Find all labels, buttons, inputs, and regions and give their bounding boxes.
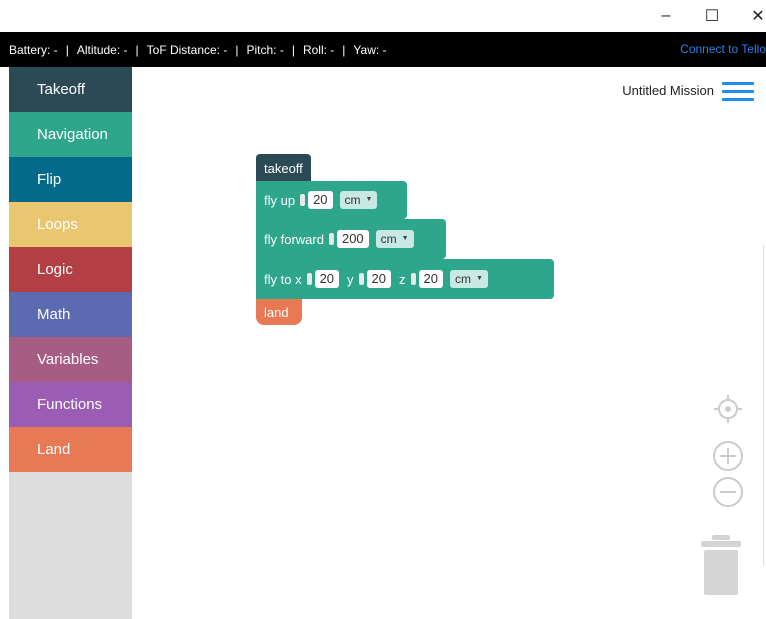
input-connector [410, 273, 416, 285]
input-connector [358, 273, 364, 285]
battery-readout: Battery: - [9, 42, 58, 57]
fly-up-distance-input[interactable]: 20 [308, 191, 333, 209]
category-navigation[interactable]: Navigation [9, 112, 132, 157]
takeoff-block[interactable]: takeoff [256, 154, 311, 182]
input-connector [300, 194, 306, 206]
separator: | [342, 42, 346, 57]
window-title-bar: – ☐ ✕ [0, 0, 766, 32]
dropdown-arrow-icon: ▼ [401, 235, 409, 242]
connect-to-tello-link[interactable]: Connect to Tello [680, 32, 766, 67]
fly-forward-label: fly forward [264, 231, 324, 247]
fly-to-x-label: fly to x [264, 271, 302, 287]
minimize-button[interactable]: – [643, 0, 689, 32]
fly-forward-block[interactable]: fly forward 200 cm ▼ [256, 219, 446, 259]
unit-label: cm [454, 272, 471, 286]
fly-to-unit-dropdown[interactable]: cm ▼ [449, 270, 488, 288]
category-land[interactable]: Land [9, 427, 132, 472]
fly-up-unit-dropdown[interactable]: cm ▼ [339, 191, 378, 209]
fly-up-label: fly up [264, 192, 296, 208]
fly-to-z-label: z [399, 271, 406, 287]
fly-to-block[interactable]: fly to x 20 y 20 z 20 cm ▼ [256, 259, 554, 299]
mission-title[interactable]: Untitled Mission [622, 83, 714, 98]
separator: | [235, 42, 239, 57]
yaw-readout: Yaw: - [353, 42, 387, 57]
fly-up-block[interactable]: fly up 20 cm ▼ [256, 181, 407, 219]
close-button[interactable]: ✕ [735, 0, 766, 32]
category-math[interactable]: Math [9, 292, 132, 337]
category-takeoff[interactable]: Takeoff [9, 67, 132, 112]
telemetry-bar: Battery: - | Altitude: - | ToF Distance:… [0, 32, 766, 67]
crosshair-icon[interactable] [713, 394, 743, 424]
land-block-label: land [264, 304, 289, 320]
dropdown-arrow-icon: ▼ [365, 196, 373, 203]
category-variables[interactable]: Variables [9, 337, 132, 382]
category-loops[interactable]: Loops [9, 202, 132, 247]
land-block[interactable]: land [256, 299, 302, 325]
block-category-sidebar: Takeoff Navigation Flip Loops Logic Math… [9, 67, 132, 619]
dropdown-arrow-icon: ▼ [475, 275, 483, 282]
input-connector [306, 273, 312, 285]
unit-label: cm [344, 193, 361, 207]
takeoff-block-label: takeoff [264, 160, 303, 176]
separator: | [135, 42, 139, 57]
pitch-readout: Pitch: - [246, 42, 284, 57]
tof-distance-readout: ToF Distance: - [146, 42, 228, 57]
trash-icon[interactable] [700, 535, 742, 597]
fly-forward-distance-input[interactable]: 200 [336, 230, 369, 248]
unit-label: cm [380, 232, 397, 246]
zoom-in-icon[interactable] [712, 440, 744, 472]
zoom-out-icon[interactable] [712, 476, 744, 508]
category-functions[interactable]: Functions [9, 382, 132, 427]
separator: | [291, 42, 295, 57]
fly-to-x-input[interactable]: 20 [314, 270, 340, 288]
fly-to-y-input[interactable]: 20 [366, 270, 392, 288]
fly-forward-unit-dropdown[interactable]: cm ▼ [375, 230, 414, 248]
fly-to-z-input[interactable]: 20 [418, 270, 443, 288]
altitude-readout: Altitude: - [76, 42, 128, 57]
roll-readout: Roll: - [302, 42, 335, 57]
workspace-scrollbar[interactable] [763, 245, 764, 565]
category-flip[interactable]: Flip [9, 157, 132, 202]
separator: | [65, 42, 69, 57]
fly-to-y-label: y [347, 271, 354, 287]
hamburger-menu-icon[interactable] [722, 81, 754, 103]
category-logic[interactable]: Logic [9, 247, 132, 292]
maximize-button[interactable]: ☐ [689, 0, 735, 32]
input-connector [328, 233, 334, 245]
